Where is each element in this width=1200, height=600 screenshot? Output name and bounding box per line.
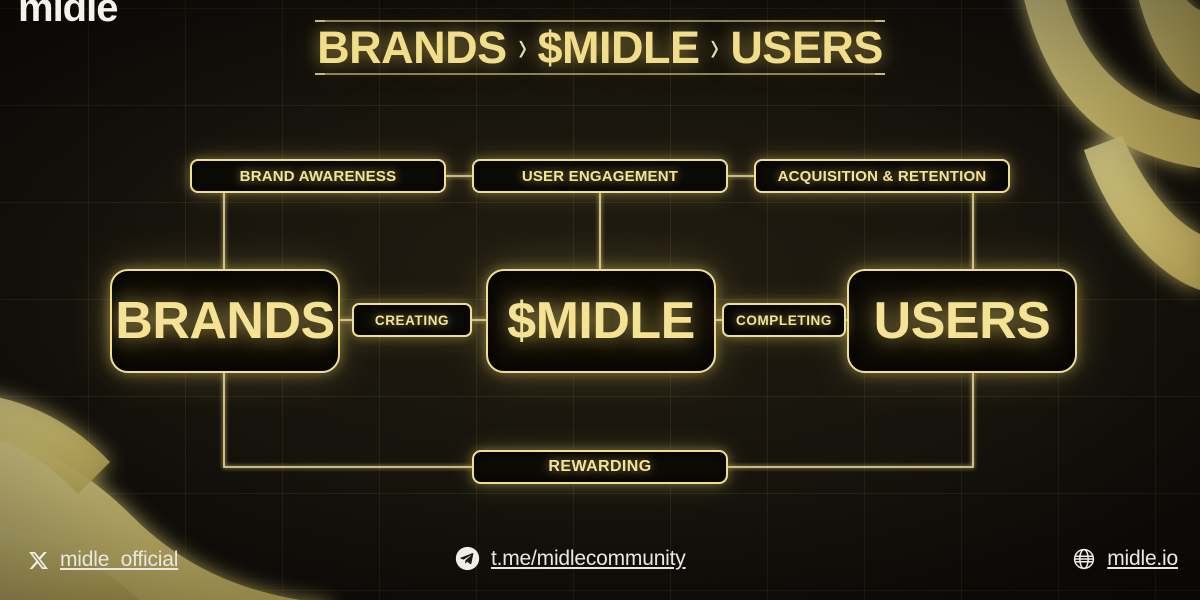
node-label: REWARDING: [548, 458, 652, 475]
node-creating[interactable]: CREATING: [352, 303, 472, 337]
node-midle-token[interactable]: $MIDLE: [486, 269, 716, 373]
node-label: BRAND AWARENESS: [239, 167, 397, 185]
x-twitter-icon: [28, 550, 49, 571]
footer-link-label: t.me/midlecommunity: [491, 546, 686, 570]
node-label: USER ENGAGEMENT: [521, 167, 679, 185]
node-completing[interactable]: COMPLETING: [722, 303, 846, 337]
poster-canvas: midle BRANDS › $MIDLE › USERS BRAND AWAR…: [0, 0, 1200, 600]
node-label: COMPLETING: [736, 312, 832, 328]
node-users[interactable]: USERS: [847, 269, 1077, 373]
footer-bar: midle_official t.me/midlecommunity midle…: [0, 538, 1200, 600]
node-label: ACQUISITION & RETENTION: [777, 167, 987, 185]
node-label: $MIDLE: [507, 292, 695, 350]
node-brands[interactable]: BRANDS: [110, 269, 340, 373]
node-acquisition-retention[interactable]: ACQUISITION & RETENTION: [754, 159, 1010, 193]
flow-diagram: BRAND AWARENESS USER ENGAGEMENT ACQUISIT…: [0, 0, 1200, 600]
telegram-icon: [455, 546, 480, 571]
node-label: USERS: [873, 292, 1051, 350]
node-rewarding[interactable]: REWARDING: [472, 450, 728, 484]
node-label: BRANDS: [115, 292, 335, 350]
wire-users-rewarding: [728, 373, 974, 468]
footer-link-website[interactable]: midle.io: [1072, 547, 1178, 571]
footer-link-telegram[interactable]: t.me/midlecommunity: [455, 546, 686, 571]
globe-icon: [1072, 547, 1096, 571]
node-label: CREATING: [374, 312, 450, 328]
footer-link-label: midle.io: [1107, 547, 1178, 570]
node-brand-awareness[interactable]: BRAND AWARENESS: [190, 159, 446, 193]
footer-link-label: midle_official: [60, 548, 179, 571]
node-user-engagement[interactable]: USER ENGAGEMENT: [472, 159, 728, 193]
wire-brands-rewarding: [223, 373, 472, 468]
footer-link-x[interactable]: midle_official: [28, 548, 178, 572]
